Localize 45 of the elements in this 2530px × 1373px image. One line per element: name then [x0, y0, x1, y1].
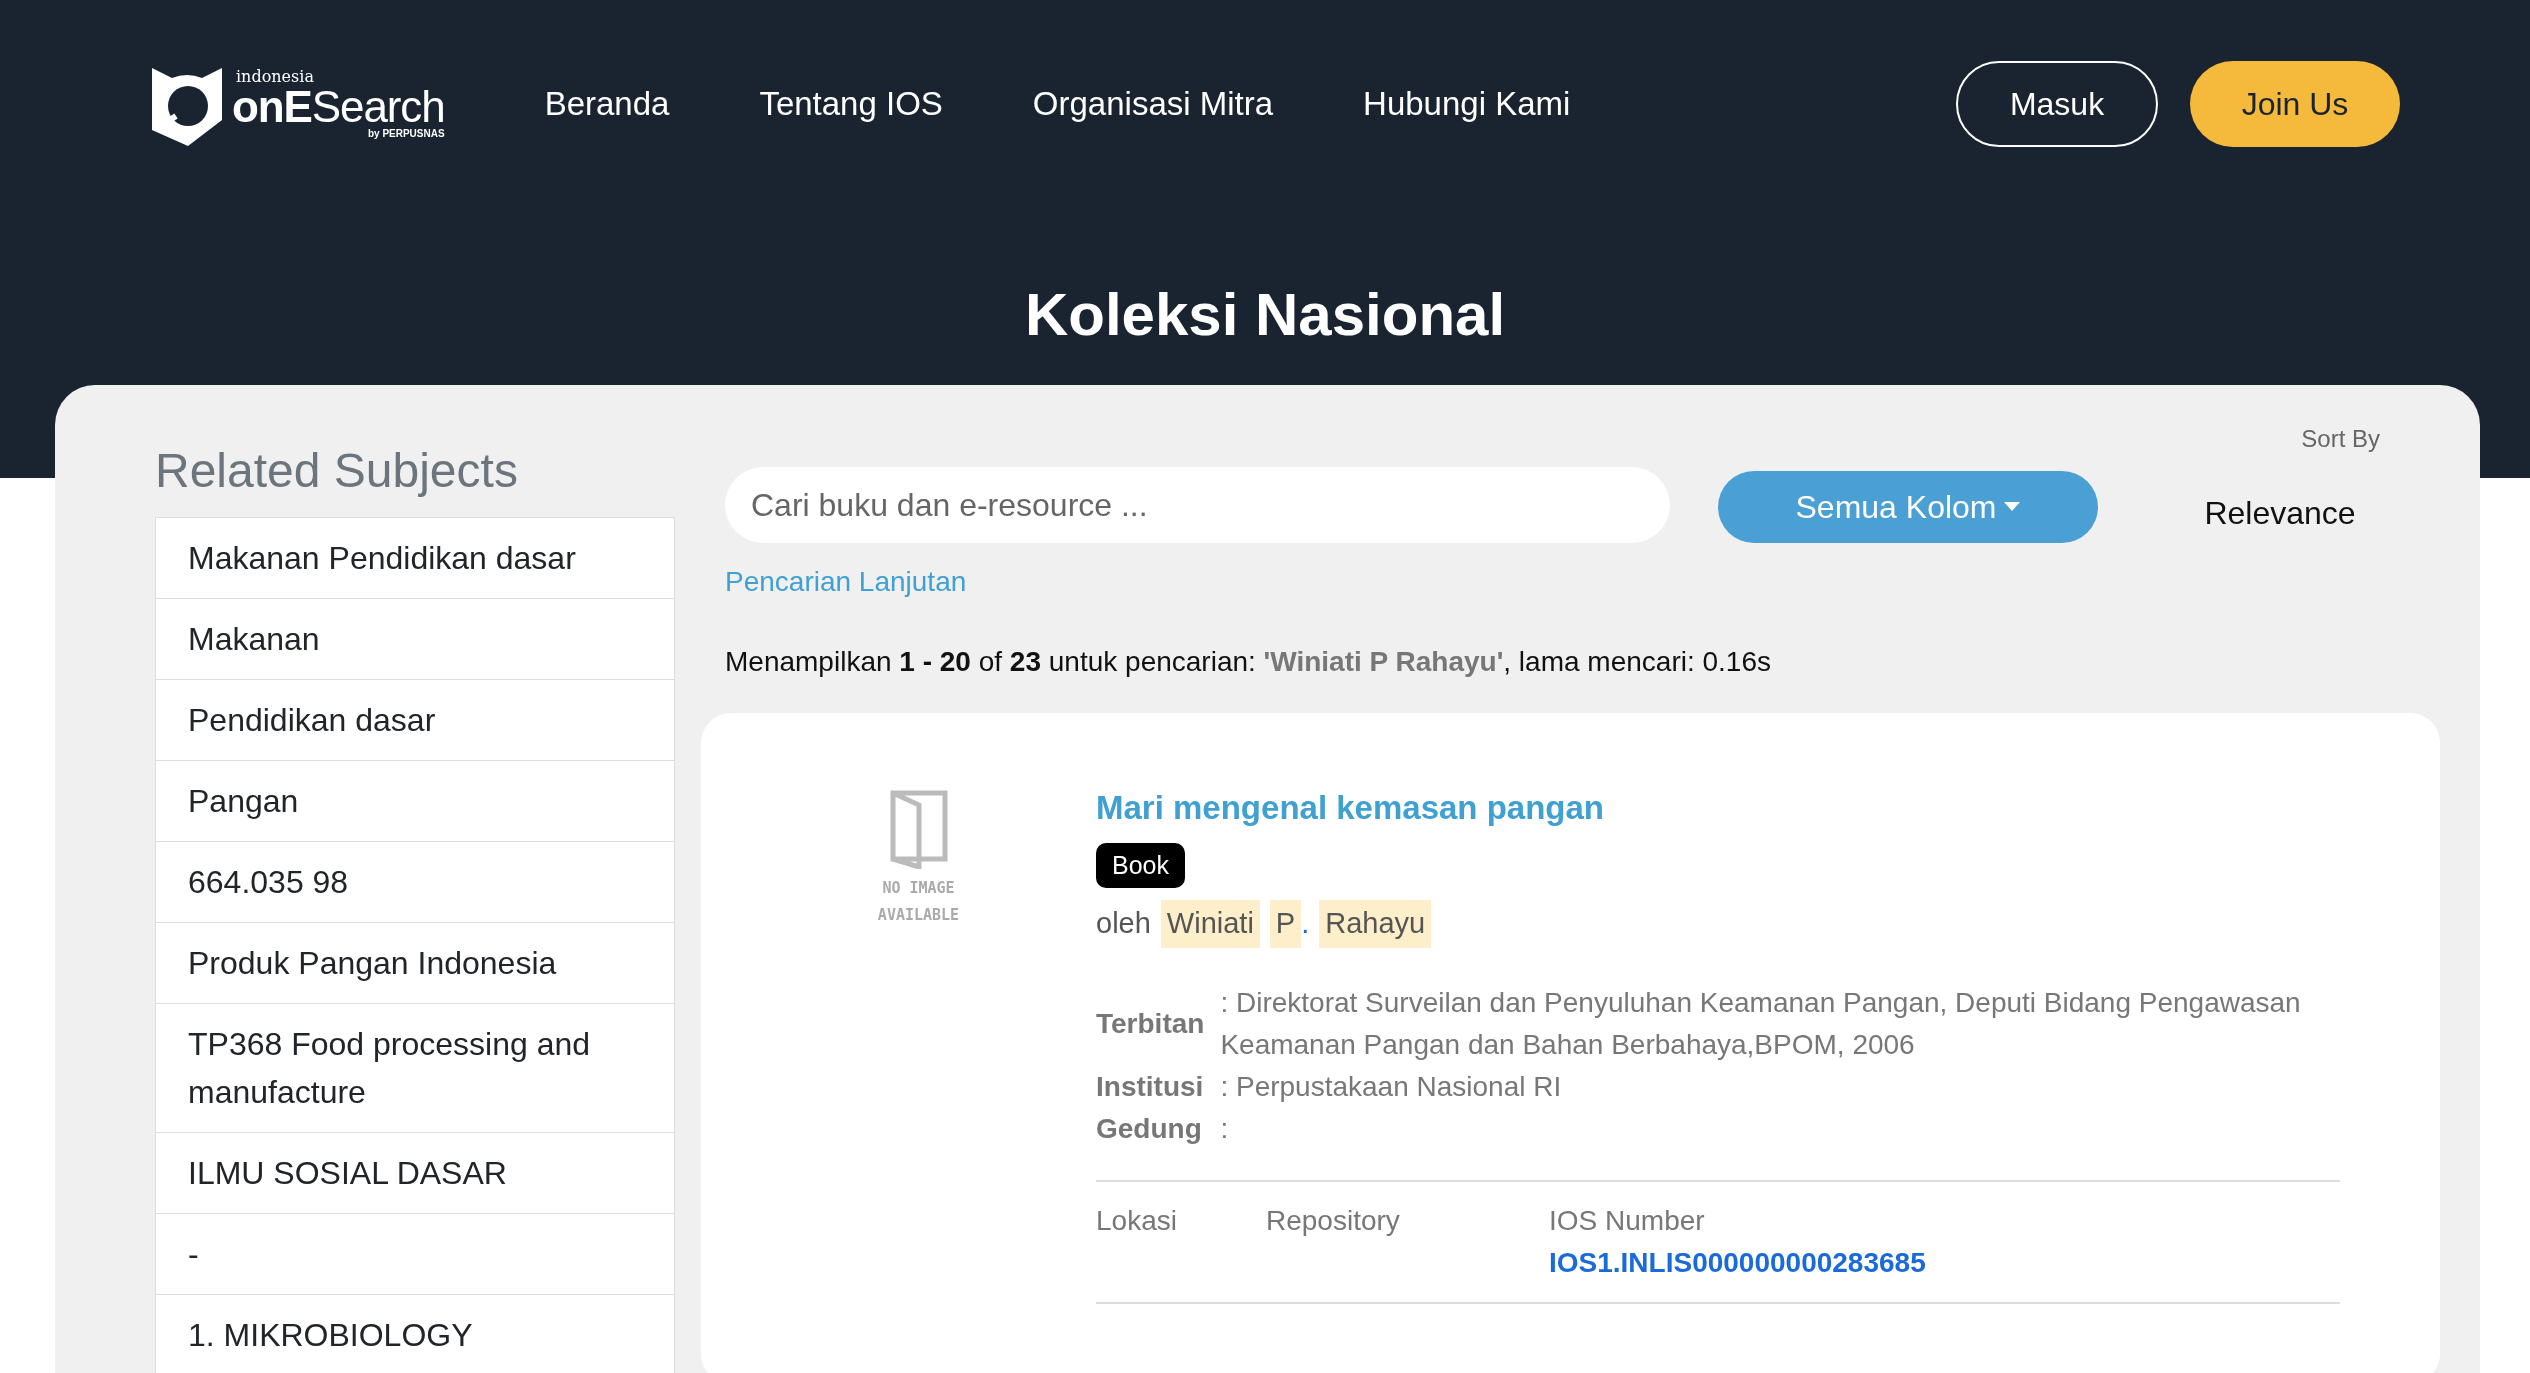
column-header: Lokasi: [1096, 1203, 1178, 1238]
field-label: Institusi: [1096, 1069, 1205, 1104]
author-name[interactable]: P: [1269, 900, 1302, 948]
sort-select[interactable]: Relevance: [2130, 483, 2430, 543]
field-value: :: [1220, 1111, 1230, 1146]
no-image-icon: [888, 789, 949, 869]
author-name[interactable]: Rahayu: [1319, 900, 1432, 948]
subject-item[interactable]: Pendidikan dasar: [156, 680, 674, 761]
ios-number-link[interactable]: IOS1.INLIS000000000283685: [1549, 1241, 1926, 1284]
author-name[interactable]: Winiati: [1160, 900, 1260, 948]
subject-item[interactable]: Makanan: [156, 599, 674, 680]
subject-item[interactable]: Makanan Pendidikan dasar: [156, 518, 674, 599]
sort-label: Sort By: [2301, 424, 2380, 454]
join-button[interactable]: Join Us: [2190, 61, 2400, 147]
logo-tagline: indonesia: [236, 69, 315, 85]
subject-item[interactable]: TP368 Food processing and manufacture: [156, 1004, 674, 1133]
column-header: Repository: [1266, 1203, 1401, 1238]
field-label: Terbitan: [1096, 1006, 1205, 1041]
field-value: : Direktorat Surveilan dan Penyuluhan Keamanan Pangan, Deputi Bidang Pengawasan Keamanan Pangan dan Bahan Berbahaya,BPOM, 2006: [1220, 985, 2302, 1062]
nav-link[interactable]: Organisasi Mitra: [1032, 79, 1274, 129]
type-badge: Book: [1096, 842, 1185, 888]
subject-item[interactable]: -: [156, 1214, 674, 1295]
search-field[interactable]: Cari buku dan e-resource ...: [725, 467, 1670, 543]
logo-text: onESearch: [232, 85, 445, 129]
nav-link[interactable]: Hubungi Kami: [1363, 79, 1571, 129]
nav-link[interactable]: Tentang IOS: [759, 79, 943, 129]
logo-byline: by PERPUSNAS: [367, 129, 445, 139]
subject-item[interactable]: 1. MIKROBIOLOGY: [156, 1295, 674, 1373]
author-prefix: oleh: [1096, 906, 1151, 941]
caret-icon: [2004, 502, 2021, 512]
cover-text: AVAILABLE: [877, 904, 960, 926]
field-label: Gedung: [1096, 1111, 1203, 1146]
column-header: IOS Number: [1549, 1203, 1706, 1238]
page-title: Koleksi Nasional: [1023, 280, 1507, 350]
results-summary: Menampilkan 1 - 20 of 23 untuk pencarian: 'Winiati P Rahayu', lama mencari: 0.16s: [725, 645, 1772, 679]
author-separator: .: [1301, 906, 1310, 941]
cover-text: NO IMAGE: [882, 878, 955, 899]
sidebar-title: Related Subjects: [155, 443, 519, 499]
subject-item[interactable]: Pangan: [156, 761, 674, 842]
nav-link[interactable]: Beranda: [544, 79, 670, 129]
subject-item[interactable]: Produk Pangan Indonesia: [156, 923, 674, 1004]
field-value: : Perpustakaan Nasional RI: [1220, 1069, 1563, 1104]
login-button[interactable]: Masuk: [1956, 61, 2158, 147]
subject-item[interactable]: 664.035 98: [156, 842, 674, 923]
subject-item[interactable]: ILMU SOSIAL DASAR: [156, 1133, 674, 1214]
